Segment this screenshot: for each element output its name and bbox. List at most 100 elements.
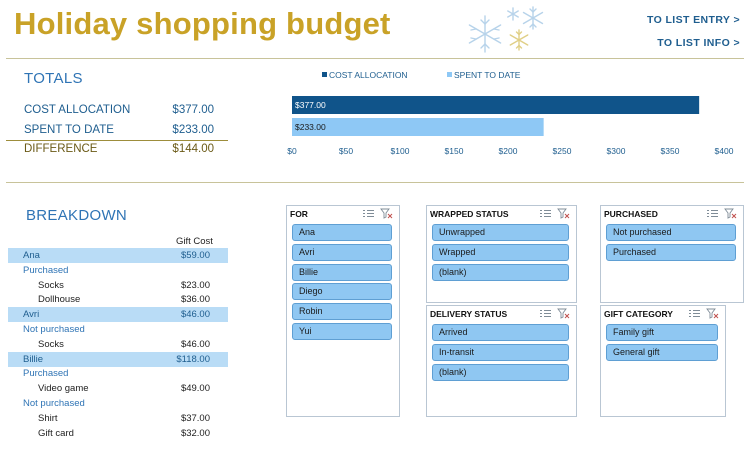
breakdown-row-status: Purchased bbox=[8, 263, 228, 278]
multi-select-icon[interactable] bbox=[539, 208, 552, 219]
clear-filter-icon[interactable] bbox=[380, 208, 393, 219]
x-tick-label: $100 bbox=[391, 146, 410, 156]
totals-bar-chart: COST ALLOCATION SPENT TO DATE $377.00 $233.… bbox=[287, 70, 734, 156]
difference-row: DIFFERENCE $144.00 bbox=[24, 143, 214, 155]
slicer-category-item[interactable]: General gift bbox=[606, 343, 718, 361]
multi-select-icon[interactable] bbox=[362, 208, 375, 219]
cost-allocation-label: COST ALLOCATION bbox=[24, 104, 131, 116]
x-tick-label: $0 bbox=[287, 146, 297, 156]
breakdown-row-label: Billie bbox=[23, 353, 44, 365]
multi-select-icon[interactable] bbox=[706, 208, 719, 219]
x-tick-label: $300 bbox=[607, 146, 626, 156]
breakdown-row-item: Socks $46.00 bbox=[8, 337, 228, 352]
breakdown-row-label: Purchased bbox=[23, 368, 69, 380]
breakdown-row-amount: $49.00 bbox=[180, 383, 210, 395]
breakdown-row-amount: $36.00 bbox=[180, 294, 210, 306]
slicer-for-item[interactable]: Ana bbox=[292, 224, 392, 241]
breakdown-row-label: Not purchased bbox=[23, 324, 85, 335]
slicer-for-item[interactable]: Diego bbox=[292, 283, 392, 301]
breakdown-row-amount: $46.00 bbox=[180, 338, 210, 350]
slicer-for: FOR Ana Avri Billie Diego Robin Yui bbox=[286, 205, 400, 417]
slicer-delivery-title: DELIVERY STATUS bbox=[430, 309, 508, 319]
breakdown-row-item: Socks $23.00 bbox=[8, 278, 228, 293]
data-label: $377.00 bbox=[295, 100, 326, 110]
clear-filter-icon[interactable] bbox=[724, 208, 737, 219]
totals-heading: TOTALS bbox=[24, 70, 83, 87]
clear-filter-icon[interactable] bbox=[557, 308, 570, 319]
spent-to-date-value: $233.00 bbox=[172, 124, 214, 136]
chart-bar bbox=[292, 96, 700, 114]
breakdown-row-label: Video game bbox=[38, 383, 89, 395]
difference-value: $144.00 bbox=[172, 143, 214, 155]
divider bbox=[6, 58, 744, 59]
difference-label: DIFFERENCE bbox=[24, 143, 98, 155]
legend-swatch bbox=[447, 72, 452, 77]
multi-select-icon[interactable] bbox=[539, 308, 552, 319]
breakdown-row-amount: $23.00 bbox=[180, 279, 210, 291]
breakdown-row-label: Ana bbox=[23, 250, 40, 261]
breakdown-row-status: Not purchased bbox=[8, 322, 228, 337]
legend-label: COST ALLOCATION bbox=[329, 70, 408, 80]
chart-bar bbox=[292, 118, 544, 136]
slicer-for-title: FOR bbox=[290, 209, 308, 219]
breakdown-row-item: Gift card $32.00 bbox=[8, 426, 228, 441]
slicer-delivery-item[interactable]: (blank) bbox=[432, 363, 569, 381]
spent-to-date-row: SPENT TO DATE $233.00 bbox=[24, 124, 214, 136]
cost-allocation-row: COST ALLOCATION $377.00 bbox=[24, 104, 214, 116]
breakdown-row-label: Gift card bbox=[38, 427, 74, 439]
x-tick-label: $400 bbox=[715, 146, 734, 156]
breakdown-row-label: Shirt bbox=[38, 412, 58, 424]
data-label: $233.00 bbox=[295, 122, 326, 132]
slicer-gift-category: GIFT CATEGORY Family gift General gift bbox=[600, 305, 726, 417]
snowflake-icon bbox=[468, 6, 544, 53]
slicer-category-item[interactable]: Family gift bbox=[606, 324, 718, 341]
to-list-info-link[interactable]: TO LIST INFO > bbox=[657, 37, 740, 49]
x-tick-label: $250 bbox=[553, 146, 572, 156]
breakdown-row-label: Not purchased bbox=[23, 398, 85, 409]
x-tick-label: $50 bbox=[339, 146, 353, 156]
breakdown-row-item: Video game $49.00 bbox=[8, 381, 228, 396]
breakdown-row-item: Dollhouse $36.00 bbox=[8, 292, 228, 307]
breakdown-row-status: Not purchased bbox=[8, 396, 228, 411]
slicer-for-item[interactable]: Avri bbox=[292, 243, 392, 261]
slicer-for-item[interactable]: Yui bbox=[292, 323, 392, 340]
slicer-wrapped-item[interactable]: (blank) bbox=[432, 263, 569, 281]
legend-label: SPENT TO DATE bbox=[454, 70, 521, 80]
legend-swatch bbox=[322, 72, 327, 77]
slicer-delivery-item[interactable]: Arrived bbox=[432, 324, 569, 341]
slicer-purchased-title: PURCHASED bbox=[604, 209, 658, 219]
multi-select-icon[interactable] bbox=[688, 308, 701, 319]
slicer-wrapped-item[interactable]: Unwrapped bbox=[432, 224, 569, 241]
page-title: Holiday shopping budget bbox=[14, 6, 391, 41]
difference-divider bbox=[6, 140, 228, 141]
slicer-wrapped-item[interactable]: Wrapped bbox=[432, 243, 569, 261]
clear-filter-icon[interactable] bbox=[557, 208, 570, 219]
slicer-delivery-item[interactable]: In-transit bbox=[432, 343, 569, 361]
slicer-category-title: GIFT CATEGORY bbox=[604, 309, 673, 319]
breakdown-row-amount: $59.00 bbox=[180, 250, 210, 261]
breakdown-row-amount: $46.00 bbox=[180, 309, 210, 321]
slicer-delivery-status: DELIVERY STATUS Arrived In-transit (blank) bbox=[426, 305, 577, 417]
breakdown-row-person: Billie $118.00 bbox=[8, 351, 228, 367]
slicer-for-item[interactable]: Robin bbox=[292, 303, 392, 321]
breakdown-row-amount: $37.00 bbox=[180, 412, 210, 424]
slicer-wrapped-status: WRAPPED STATUS Unwrapped Wrapped (blank) bbox=[426, 205, 577, 303]
slicer-purchased-item[interactable]: Purchased bbox=[606, 243, 736, 261]
gift-cost-header: Gift Cost bbox=[176, 236, 213, 247]
breakdown-row-status: Purchased bbox=[8, 366, 228, 381]
x-tick-label: $350 bbox=[661, 146, 680, 156]
clear-filter-icon[interactable] bbox=[706, 308, 719, 319]
slicer-purchased-item[interactable]: Not purchased bbox=[606, 224, 736, 241]
to-list-entry-link[interactable]: TO LIST ENTRY > bbox=[647, 14, 740, 26]
divider bbox=[6, 182, 744, 183]
breakdown-row-label: Purchased bbox=[23, 264, 69, 276]
x-tick-label: $150 bbox=[445, 146, 464, 156]
slicer-for-item[interactable]: Billie bbox=[292, 263, 392, 281]
spent-to-date-label: SPENT TO DATE bbox=[24, 124, 114, 136]
breakdown-row-amount: $118.00 bbox=[176, 353, 210, 365]
slicer-wrapped-title: WRAPPED STATUS bbox=[430, 209, 509, 219]
cost-allocation-value: $377.00 bbox=[172, 104, 214, 116]
breakdown-row-label: Avri bbox=[23, 309, 40, 321]
breakdown-heading: BREAKDOWN bbox=[26, 207, 128, 224]
breakdown-row-item: Shirt $37.00 bbox=[8, 411, 228, 426]
